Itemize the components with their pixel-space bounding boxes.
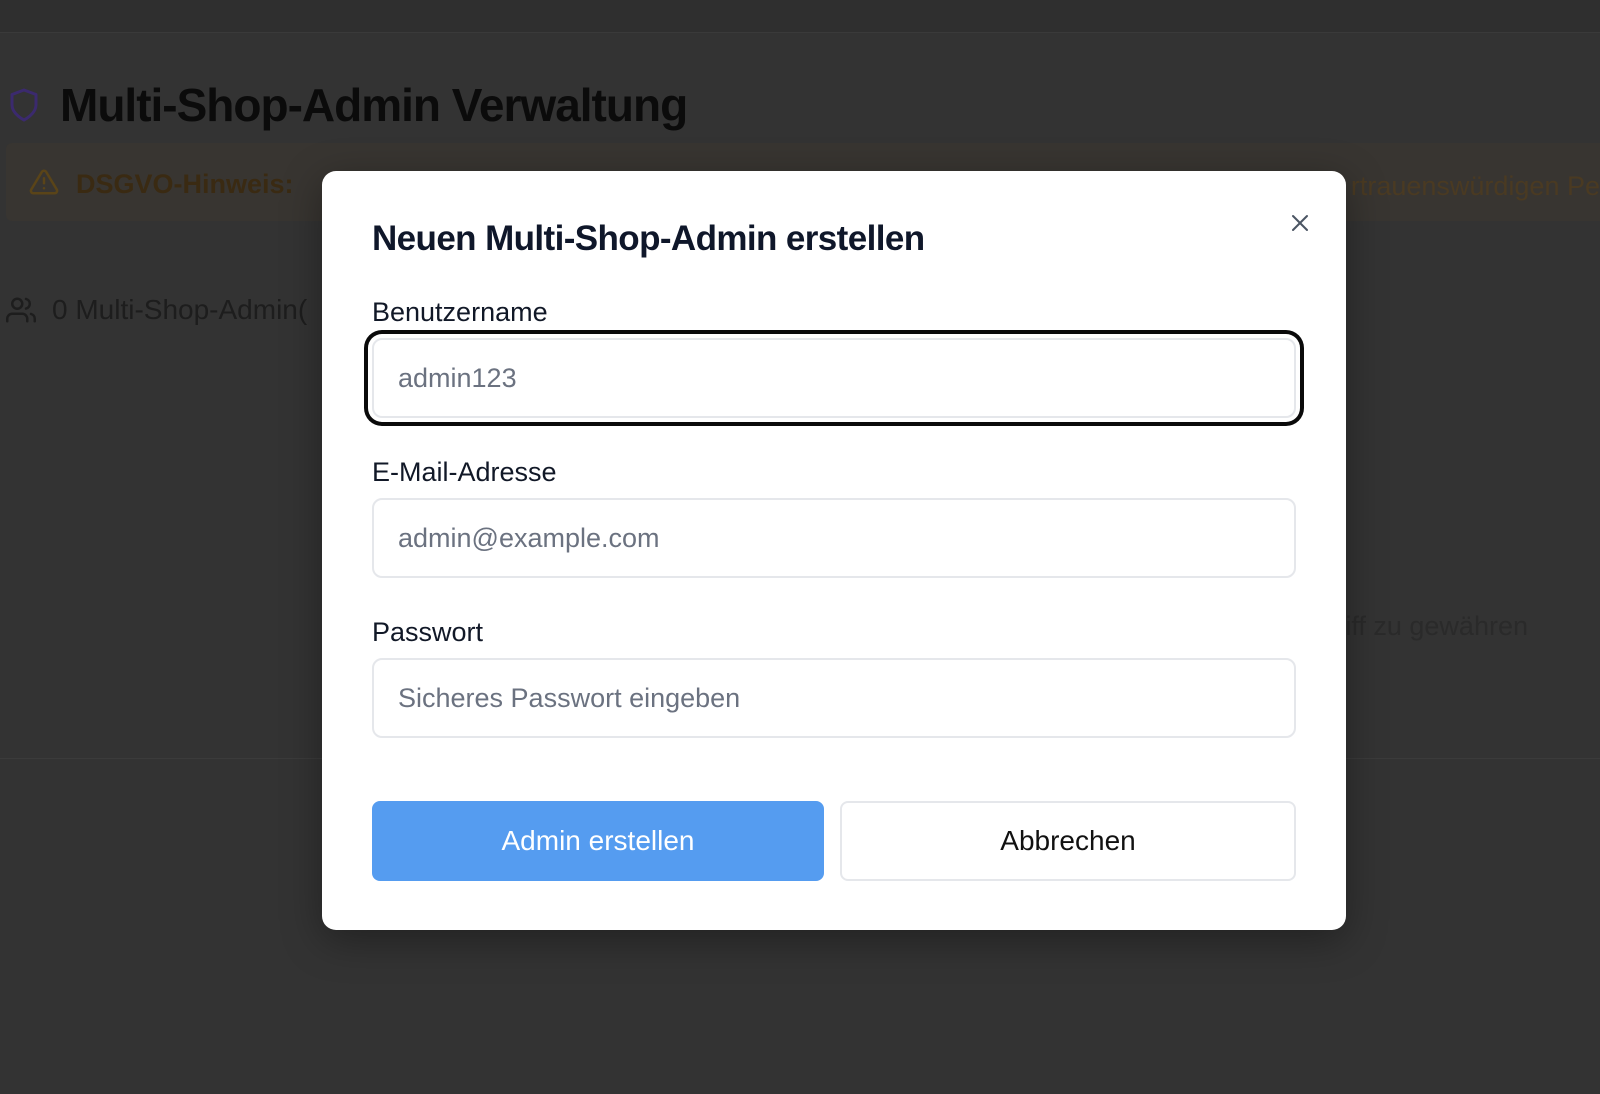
username-label: Benutzername <box>372 297 548 327</box>
page-header: Multi-Shop-Admin Verwaltung <box>6 78 688 132</box>
dialog-title: Neuen Multi-Shop-Admin erstellen <box>372 219 925 258</box>
warning-icon <box>29 169 59 195</box>
cancel-button[interactable]: Abbrechen <box>840 801 1296 881</box>
create-admin-dialog: Neuen Multi-Shop-Admin erstellen Benutze… <box>322 171 1346 930</box>
username-input[interactable] <box>372 338 1296 418</box>
page: Multi-Shop-Admin Verwaltung DSGVO-Hinwei… <box>0 0 1600 1094</box>
gdpr-notice-label: DSGVO-Hinweis: <box>76 169 294 199</box>
close-button[interactable] <box>1284 207 1316 239</box>
shield-icon <box>10 88 38 122</box>
close-icon <box>1292 215 1308 231</box>
empty-state-description: riff zu gewähren <box>1336 611 1528 641</box>
page-title: Multi-Shop-Admin Verwaltung <box>60 79 688 131</box>
password-input[interactable] <box>372 658 1296 738</box>
password-label: Passwort <box>372 617 484 647</box>
users-icon <box>6 297 36 323</box>
admin-count: 0 Multi-Shop-Admin( <box>6 294 307 326</box>
email-label: E-Mail-Adresse <box>372 457 557 487</box>
gdpr-notice-text: rtrauenswürdigen Pe <box>1350 171 1600 201</box>
create-admin-button[interactable]: Admin erstellen <box>372 801 824 881</box>
top-bar <box>0 0 1600 33</box>
admin-count-text: 0 Multi-Shop-Admin( <box>52 294 308 325</box>
email-input[interactable] <box>372 498 1296 578</box>
